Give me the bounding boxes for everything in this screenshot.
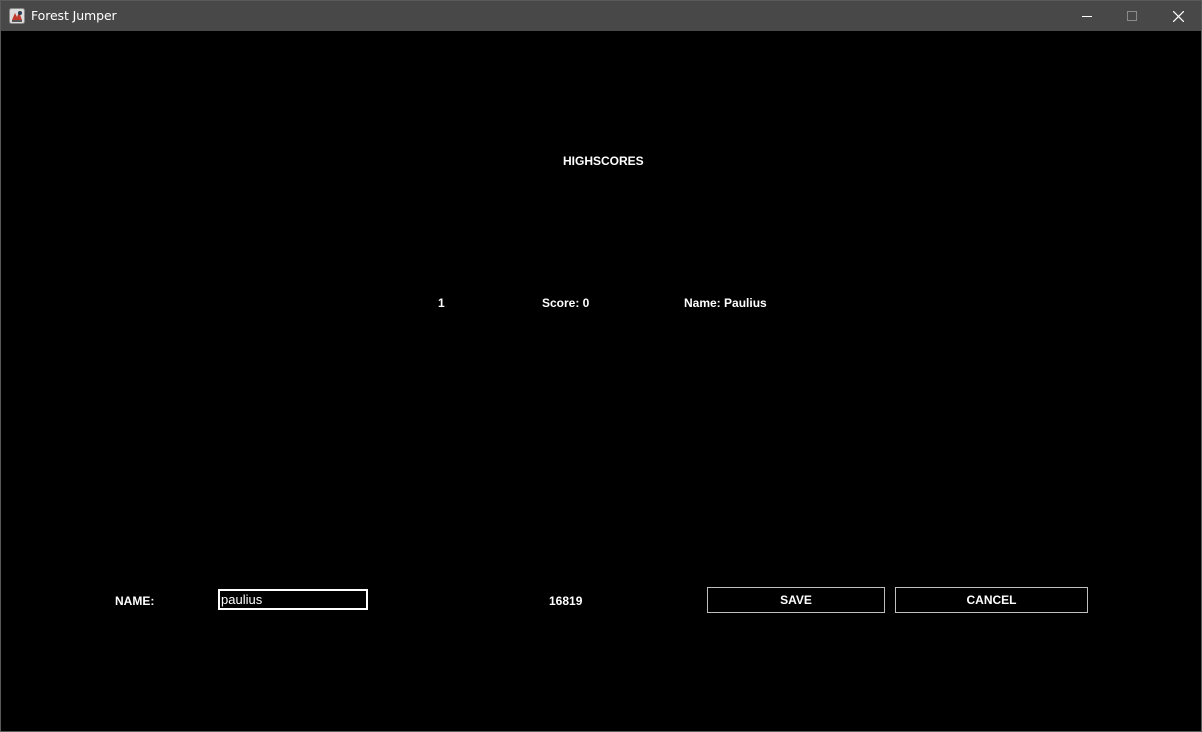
app-window: Forest Jumper HIGHSCORES 1 Score: 0 Name… xyxy=(0,0,1202,732)
highscore-rank: 1 xyxy=(438,296,445,310)
minimize-icon xyxy=(1082,16,1092,17)
highscores-title: HIGHSCORES xyxy=(563,154,644,168)
maximize-button[interactable] xyxy=(1109,1,1155,31)
java-app-icon xyxy=(9,8,25,24)
name-label: NAME: xyxy=(115,594,155,608)
save-button[interactable]: SAVE xyxy=(707,587,885,613)
highscore-name: Name: Paulius xyxy=(684,296,767,310)
current-score: 16819 xyxy=(549,594,583,608)
cancel-button[interactable]: CANCEL xyxy=(895,587,1088,613)
highscore-score: Score: 0 xyxy=(542,296,590,310)
name-input[interactable] xyxy=(218,589,368,610)
title-bar[interactable]: Forest Jumper xyxy=(1,1,1201,31)
game-panel: HIGHSCORES 1 Score: 0 Name: Paulius NAME… xyxy=(1,31,1201,731)
maximize-icon xyxy=(1127,11,1137,21)
close-button[interactable] xyxy=(1155,1,1201,31)
close-icon xyxy=(1173,11,1184,22)
minimize-button[interactable] xyxy=(1064,1,1110,31)
window-title: Forest Jumper xyxy=(31,8,117,23)
